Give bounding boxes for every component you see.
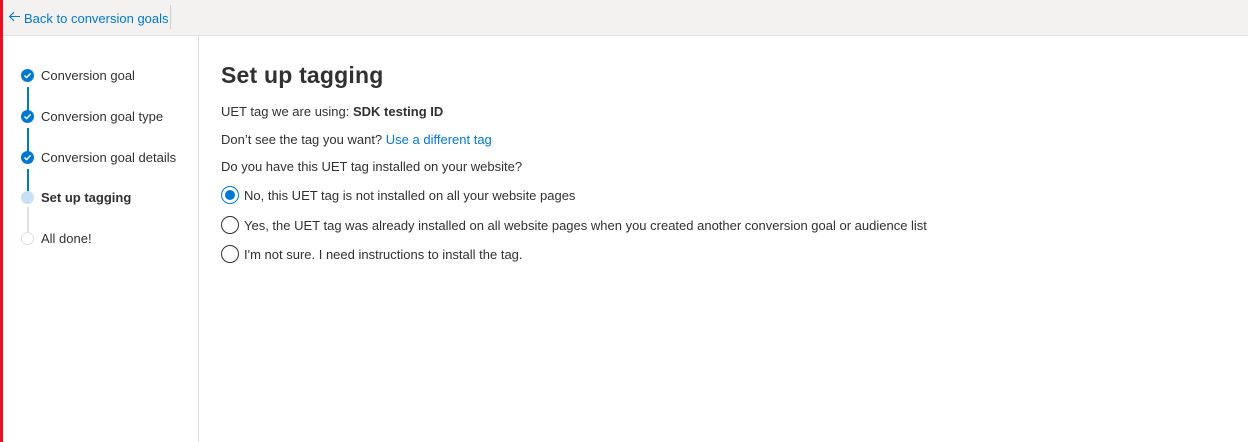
page-title: Set up tagging bbox=[221, 62, 384, 88]
radio-option-already-installed[interactable]: Yes, the UET tag was already installed o… bbox=[221, 216, 927, 234]
step-label: Set up tagging bbox=[41, 189, 132, 205]
step-label: Conversion goal bbox=[41, 67, 135, 83]
step-label: All done! bbox=[41, 230, 92, 246]
radio-option-not-installed[interactable]: No, this UET tag is not installed on all… bbox=[221, 186, 575, 204]
radio-option-not-sure[interactable]: I'm not sure. I need instructions to ins… bbox=[221, 245, 523, 263]
use-different-tag-link[interactable]: Use a different tag bbox=[386, 132, 492, 147]
top-bar: Back to conversion goals bbox=[3, 0, 1248, 36]
uet-tag-prefix: UET tag we are using: bbox=[221, 104, 353, 119]
step-conversion-goal[interactable]: Conversion goal bbox=[21, 67, 135, 83]
step-label: Conversion goal details bbox=[41, 149, 177, 165]
uet-tag-name: SDK testing ID bbox=[353, 104, 444, 119]
radio-label: No, this UET tag is not installed on all… bbox=[244, 187, 576, 203]
radio-button[interactable] bbox=[221, 216, 239, 234]
checkmark-icon bbox=[21, 150, 34, 164]
radio-label: Yes, the UET tag was already installed o… bbox=[244, 217, 927, 233]
radio-button-checked[interactable] bbox=[221, 186, 239, 204]
pending-step-icon bbox=[21, 231, 34, 245]
checkmark-icon bbox=[21, 68, 34, 82]
step-conversion-goal-type[interactable]: Conversion goal type bbox=[21, 108, 163, 124]
arrow-left-icon bbox=[8, 10, 21, 26]
back-link-label: Back to conversion goals bbox=[24, 10, 169, 26]
different-tag-prefix: Don’t see the tag you want? bbox=[221, 132, 386, 147]
installed-question: Do you have this UET tag installed on yo… bbox=[221, 159, 523, 174]
main-content: Set up tagging UET tag we are using: SDK… bbox=[221, 62, 1221, 263]
radio-label: I'm not sure. I need instructions to ins… bbox=[244, 246, 523, 262]
step-conversion-goal-details[interactable]: Conversion goal details bbox=[21, 149, 176, 165]
current-step-icon bbox=[21, 190, 34, 204]
wizard-steps-sidebar: Conversion goal Conversion goal type Con… bbox=[3, 36, 199, 442]
page: Back to conversion goals Conversion goal… bbox=[0, 0, 1248, 442]
step-set-up-tagging: Set up tagging bbox=[21, 189, 131, 205]
radio-button[interactable] bbox=[221, 245, 239, 263]
back-to-conversion-goals-link[interactable]: Back to conversion goals bbox=[8, 9, 169, 27]
divider bbox=[170, 5, 171, 29]
step-label: Conversion goal type bbox=[41, 108, 164, 124]
different-tag-line: Don’t see the tag you want? Use a differ… bbox=[221, 132, 492, 147]
step-all-done: All done! bbox=[21, 230, 92, 246]
uet-tag-line: UET tag we are using: SDK testing ID bbox=[221, 104, 443, 119]
checkmark-icon bbox=[21, 109, 34, 123]
